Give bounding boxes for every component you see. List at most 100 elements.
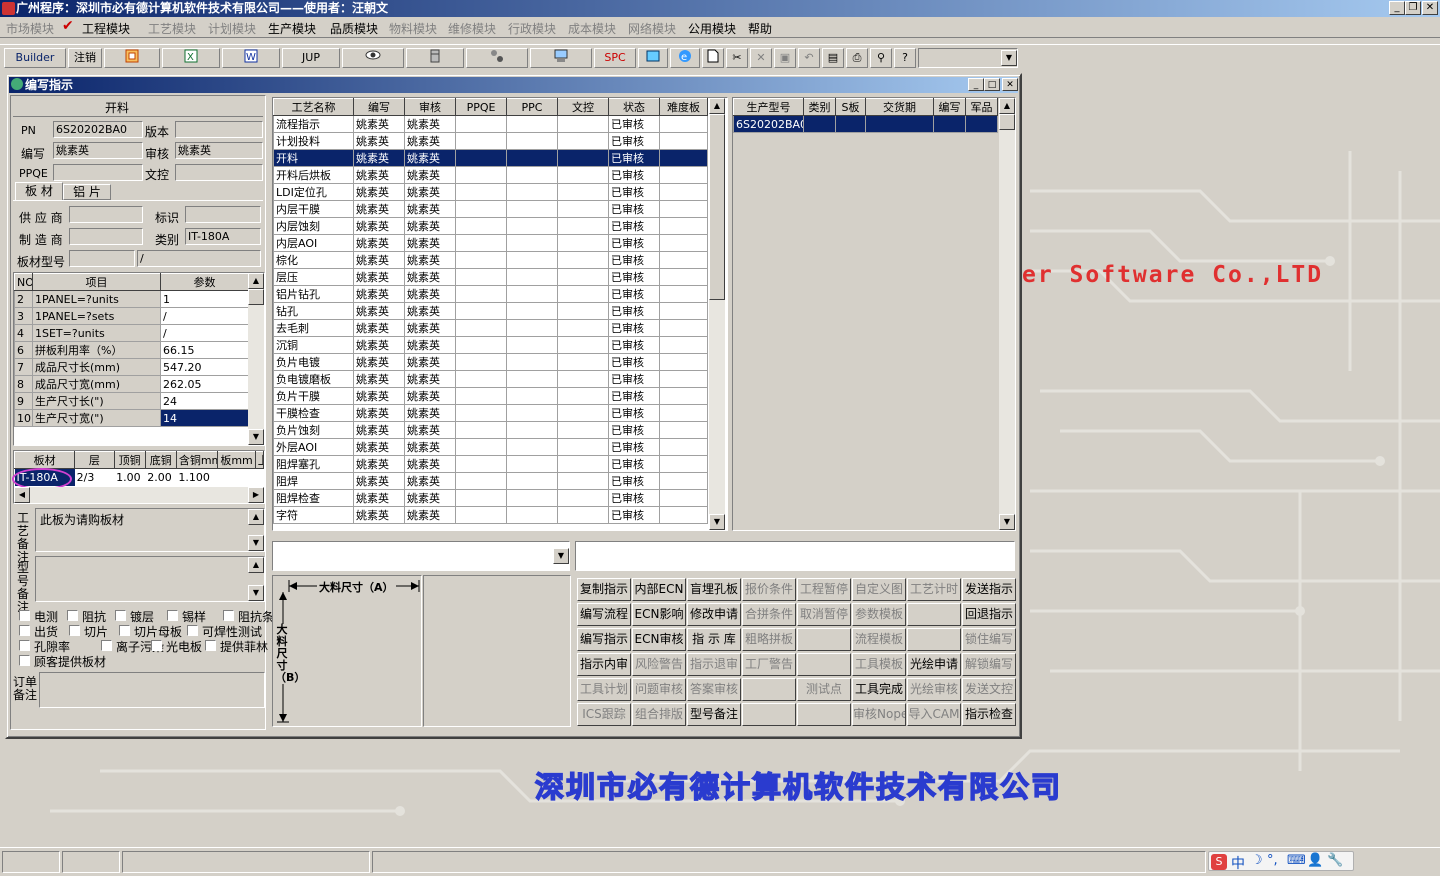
param-cell[interactable]: / [160, 324, 249, 342]
process-cell[interactable] [455, 506, 507, 524]
board-cell[interactable] [218, 469, 255, 486]
process-cell[interactable] [659, 234, 708, 252]
process-row[interactable]: 棕化 姚素英 姚素英 已审核 [273, 251, 708, 269]
supplier-field[interactable] [69, 206, 143, 223]
action-button[interactable]: 自定义图 [852, 578, 906, 601]
process-header[interactable]: 难度板 [659, 98, 708, 116]
process-cell[interactable]: 姚素英 [353, 200, 405, 218]
process-cell[interactable] [506, 387, 558, 405]
action-button[interactable] [797, 703, 851, 726]
ie-icon[interactable]: e [670, 48, 700, 68]
process-cell[interactable]: 姚素英 [353, 302, 405, 320]
process-cell[interactable]: 姚素英 [353, 149, 405, 167]
punctuation-icon[interactable]: °, [1267, 853, 1278, 868]
orders-header[interactable]: 交货期 [865, 98, 934, 116]
process-cell[interactable] [557, 370, 609, 388]
menu-3[interactable]: 计划模块 [208, 20, 256, 37]
option-checkbox[interactable] [101, 640, 112, 651]
process-cell[interactable]: 姚素英 [404, 166, 456, 184]
param-cell[interactable]: 262.05 [160, 375, 249, 393]
process-row[interactable]: 负片蚀刻 姚素英 姚素英 已审核 [273, 421, 708, 439]
param-cell[interactable]: 拼板利用率（%） [32, 341, 161, 359]
action-button[interactable]: 盲埋孔板 [687, 578, 741, 601]
process-cell[interactable]: 姚素英 [404, 336, 456, 354]
builder-button[interactable]: Builder [4, 48, 66, 68]
word-icon[interactable]: W [222, 48, 280, 68]
param-header-value[interactable]: 参数 [160, 273, 249, 291]
exchange-icon[interactable] [638, 48, 668, 68]
action-button[interactable]: 指示内审 [577, 653, 631, 676]
process-cell[interactable] [557, 285, 609, 303]
process-cell[interactable]: 姚素英 [353, 506, 405, 524]
param-cell[interactable]: 1PANEL=?units [32, 290, 161, 308]
eye-icon[interactable] [342, 48, 404, 68]
process-row[interactable]: 开料后烘板 姚素英 姚素英 已审核 [273, 166, 708, 184]
process-cell[interactable]: 已审核 [608, 200, 660, 218]
process-cell[interactable] [659, 455, 708, 473]
action-button[interactable]: 复制指示 [577, 578, 631, 601]
minimize-button[interactable]: _ [1389, 1, 1405, 15]
param-row[interactable]: 7 成品尺寸长(mm) 547.20 [14, 358, 249, 376]
undo-icon[interactable]: ↶ [798, 48, 820, 68]
option-checkbox[interactable] [67, 610, 78, 621]
process-cell[interactable]: 已审核 [608, 132, 660, 150]
param-row[interactable]: 9 生产尺寸长(") 24 [14, 392, 249, 410]
orders-header[interactable]: 编写 [933, 98, 966, 116]
process-cell[interactable] [455, 353, 507, 371]
new-file-icon[interactable] [702, 48, 724, 68]
action-button[interactable]: 编写流程 [577, 603, 631, 626]
process-cell[interactable] [659, 285, 708, 303]
process-cell[interactable]: 已审核 [608, 319, 660, 337]
process-cell[interactable] [455, 149, 507, 167]
process-cell[interactable] [455, 132, 507, 150]
menu-12[interactable]: 帮助 [748, 20, 772, 37]
process-cell[interactable] [506, 302, 558, 320]
action-button[interactable]: 工程暂停 [797, 578, 851, 601]
process-row[interactable]: 负电镀磨板 姚素英 姚素英 已审核 [273, 370, 708, 388]
process-cell[interactable] [557, 387, 609, 405]
process-cell[interactable]: 姚素英 [353, 183, 405, 201]
menu-6[interactable]: 物料模块 [389, 20, 437, 37]
board-header[interactable]: 底铜 [144, 451, 177, 469]
process-cell[interactable]: 姚素英 [353, 115, 405, 133]
process-cell[interactable] [557, 200, 609, 218]
process-cell[interactable] [659, 404, 708, 422]
process-cell[interactable] [506, 268, 558, 286]
process-cell[interactable]: 负片蚀刻 [273, 421, 354, 439]
process-cell[interactable] [557, 217, 609, 235]
orders-cell[interactable] [965, 115, 998, 133]
network-icon[interactable] [466, 48, 528, 68]
process-row[interactable]: 内层蚀刻 姚素英 姚素英 已审核 [273, 217, 708, 235]
process-cell[interactable]: 姚素英 [404, 115, 456, 133]
process-row[interactable]: 内层干膜 姚素英 姚素英 已审核 [273, 200, 708, 218]
process-cell[interactable] [659, 421, 708, 439]
param-header-no[interactable]: NO [14, 273, 33, 291]
process-row[interactable]: 外层AOI 姚素英 姚素英 已审核 [273, 438, 708, 456]
menu-7[interactable]: 维修模块 [448, 20, 496, 37]
process-cell[interactable] [659, 438, 708, 456]
process-cell[interactable] [506, 472, 558, 490]
ppqe-field[interactable] [53, 164, 143, 181]
process-cell[interactable] [455, 166, 507, 184]
process-row[interactable]: 阻焊 姚素英 姚素英 已审核 [273, 472, 708, 490]
param-cell[interactable]: 成品尺寸宽(mm) [32, 375, 161, 393]
process-cell[interactable] [455, 489, 507, 507]
menu-9[interactable]: 成本模块 [568, 20, 616, 37]
process-cell[interactable] [455, 285, 507, 303]
process-cell[interactable]: 已审核 [608, 421, 660, 439]
process-cell[interactable]: 姚素英 [353, 251, 405, 269]
param-cell[interactable]: 4 [14, 324, 33, 342]
board-cell[interactable] [255, 469, 263, 486]
process-cell[interactable]: 姚素英 [404, 149, 456, 167]
process-header[interactable]: 审核 [404, 98, 456, 116]
board-cell[interactable]: 1.100 [176, 469, 218, 486]
process-cell[interactable] [455, 438, 507, 456]
action-button[interactable]: 工具模板 [852, 653, 906, 676]
action-button[interactable] [797, 628, 851, 651]
param-cell[interactable]: 生产尺寸宽(") [32, 409, 161, 427]
process-cell[interactable]: 姚素英 [353, 353, 405, 371]
board-cell[interactable]: 2/3 [75, 469, 114, 486]
process-row[interactable]: 阻焊塞孔 姚素英 姚素英 已审核 [273, 455, 708, 473]
action-button[interactable]: 光绘审核 [907, 678, 961, 701]
sogou-icon[interactable]: S [1211, 854, 1227, 870]
